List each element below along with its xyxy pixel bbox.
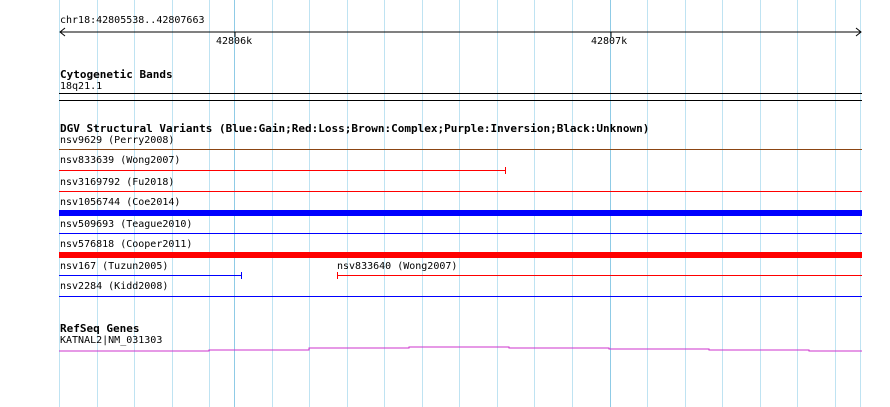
variant-label: nsv509693 (Teague2010) bbox=[60, 219, 193, 230]
variant-label: nsv833640 (Wong2007) bbox=[337, 261, 458, 272]
variant-feature[interactable] bbox=[59, 210, 862, 216]
variant-label: nsv833639 (Wong2007) bbox=[60, 155, 181, 166]
variant-end-tick bbox=[505, 167, 506, 174]
cytoband-track-title[interactable]: Cytogenetic Bands bbox=[60, 68, 173, 81]
variant-feature[interactable] bbox=[59, 191, 862, 192]
variant-feature[interactable] bbox=[59, 296, 862, 297]
cytoband-label: 18q21.1 bbox=[60, 81, 103, 92]
variant-feature[interactable] bbox=[59, 275, 242, 276]
ruler-axis[interactable] bbox=[56, 26, 866, 38]
variant-feature[interactable] bbox=[59, 149, 862, 150]
variant-feature[interactable] bbox=[59, 233, 862, 234]
variant-label: nsv2284 (Kidd2008) bbox=[60, 281, 169, 292]
variant-label: nsv167 (Tuzun2005) bbox=[60, 261, 169, 272]
variant-feature[interactable] bbox=[59, 170, 506, 171]
variant-feature[interactable] bbox=[59, 252, 862, 258]
variant-label: nsv3169792 (Fu2018) bbox=[60, 177, 175, 188]
variant-start-tick bbox=[337, 272, 338, 279]
cytoband-bar-bottom[interactable] bbox=[59, 100, 862, 101]
cytoband-bar-top[interactable] bbox=[59, 93, 862, 94]
gene-feature[interactable] bbox=[59, 344, 863, 354]
dgv-track-title[interactable]: DGV Structural Variants (Blue:Gain;Red:L… bbox=[60, 122, 649, 135]
variant-end-tick bbox=[241, 272, 242, 279]
ruler-tick-label: 42806k bbox=[216, 36, 253, 47]
variant-feature[interactable] bbox=[337, 275, 862, 276]
variant-label: nsv1056744 (Coe2014) bbox=[60, 197, 181, 208]
refseq-track-title[interactable]: RefSeq Genes bbox=[60, 322, 139, 335]
ruler-tick-label: 42807k bbox=[591, 36, 628, 47]
variant-label: nsv9629 (Perry2008) bbox=[60, 135, 175, 146]
variant-label: nsv576818 (Cooper2011) bbox=[60, 239, 193, 250]
